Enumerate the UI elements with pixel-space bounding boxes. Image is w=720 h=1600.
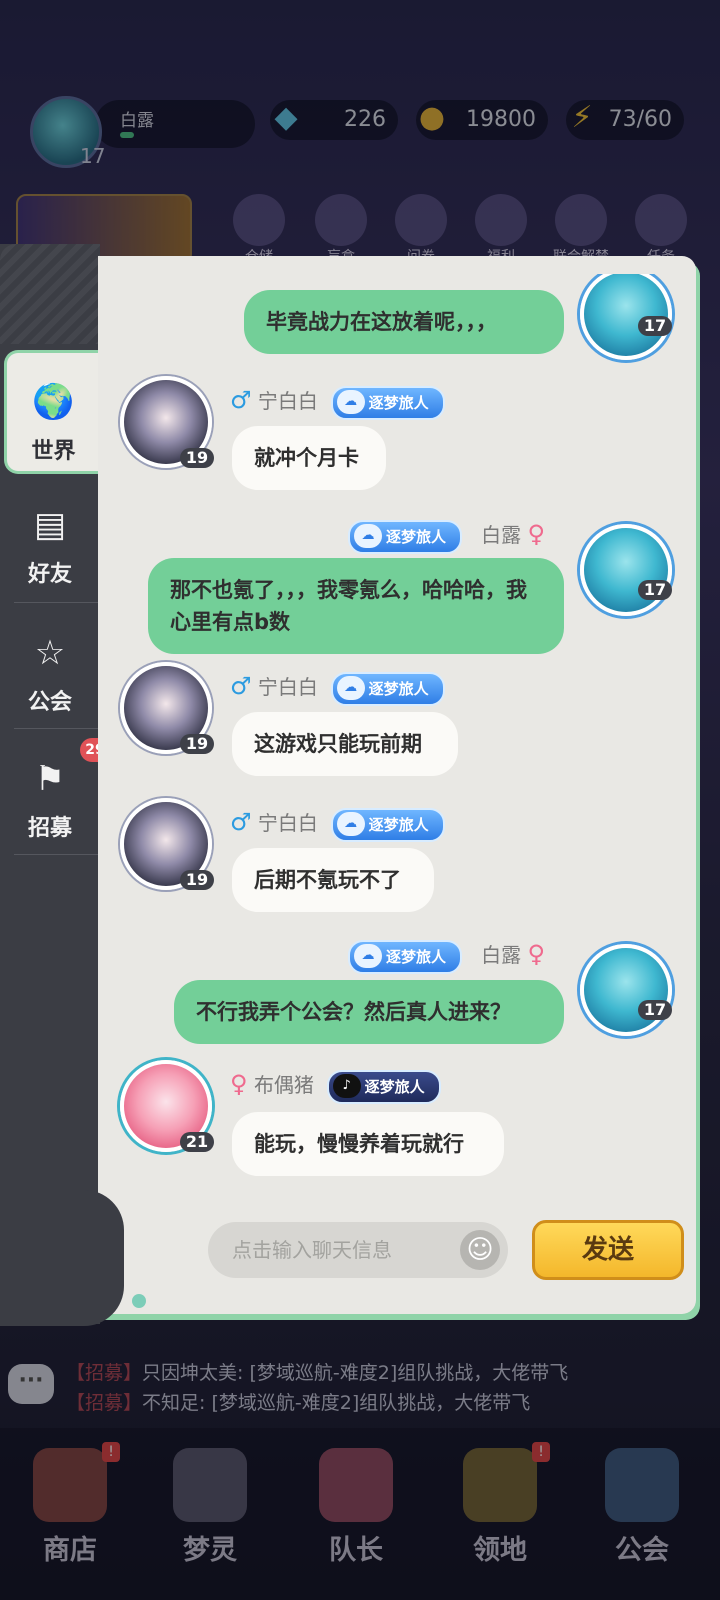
message-bubble[interactable]: 这游戏只能玩前期 xyxy=(232,712,458,776)
tab-world[interactable]: 🌍 世界 xyxy=(4,350,100,474)
cloud-icon: ☁ xyxy=(336,675,365,700)
sender-name[interactable]: 宁白白 xyxy=(258,675,318,699)
tiktok-icon: ♪ xyxy=(332,1073,361,1098)
level-badge: 17 xyxy=(638,580,672,600)
tab-world-label: 世界 xyxy=(31,439,76,464)
sender-name[interactable]: 宁白白 xyxy=(258,811,318,835)
guild-shield-icon: ☆ xyxy=(34,633,66,673)
tab-divider xyxy=(14,602,98,603)
sender-row: ☁ 逐梦旅人 白露 ♀ xyxy=(348,936,546,974)
cloud-icon: ☁ xyxy=(336,389,365,414)
male-icon: ♂ xyxy=(230,386,252,414)
title-badge: ☁ 逐梦旅人 xyxy=(348,519,463,554)
title-badge: ♪ 逐梦旅人 xyxy=(326,1069,441,1104)
female-icon: ♀ xyxy=(527,940,546,968)
sender-row: ♂ 宁白白 ☁ 逐梦旅人 xyxy=(230,804,445,842)
cloud-icon: ☁ xyxy=(354,523,382,548)
message-bubble[interactable]: 就冲个月卡 xyxy=(232,426,386,490)
send-button[interactable]: 发送 xyxy=(532,1220,684,1280)
message-bubble[interactable]: 后期不氪玩不了 xyxy=(232,848,434,912)
tab-friends[interactable]: ▤ 好友 xyxy=(0,476,100,600)
level-badge: 17 xyxy=(638,316,672,336)
tab-header-decoration xyxy=(0,244,100,344)
status-dot xyxy=(132,1294,146,1308)
tab-guild[interactable]: ☆ 公会 xyxy=(0,604,100,728)
level-badge: 17 xyxy=(638,1000,672,1020)
level-badge: 21 xyxy=(180,1132,214,1152)
male-icon: ♂ xyxy=(230,808,252,836)
globe-icon: 🌍 xyxy=(32,382,75,422)
sender-name[interactable]: 白露 xyxy=(481,943,521,967)
cloud-icon: ☁ xyxy=(336,811,365,836)
panel-corner-decoration xyxy=(0,1190,124,1326)
title-badge: ☁ 逐梦旅人 xyxy=(348,939,463,974)
tab-recruit-label: 招募 xyxy=(27,816,72,841)
message-bubble[interactable]: 毕竟战力在这放着呢，，， xyxy=(244,290,564,354)
cloud-icon: ☁ xyxy=(354,943,382,968)
chat-channel-tabs: 🌍 世界 ▤ 好友 ☆ 公会 ⚑ 招募 29 xyxy=(0,244,110,1324)
tab-guild-label: 公会 xyxy=(27,690,72,715)
emoji-icon[interactable]: ☺ xyxy=(460,1230,500,1270)
flag-icon: ⚑ xyxy=(34,759,66,799)
message-bubble[interactable]: 那不也氪了，，，我零氪么，哈哈哈，我心里有点b数 xyxy=(148,558,564,654)
sender-name[interactable]: 白露 xyxy=(481,523,521,547)
level-badge: 19 xyxy=(180,448,214,468)
sender-row: ♀ 布偶猪 ♪ 逐梦旅人 xyxy=(230,1066,441,1104)
male-icon: ♂ xyxy=(230,672,252,700)
sender-row: ♂ 宁白白 ☁ 逐梦旅人 xyxy=(230,668,445,706)
message-bubble[interactable]: 不行我弄个公会？然后真人进来？ xyxy=(174,980,564,1044)
title-badge: ☁ 逐梦旅人 xyxy=(330,671,445,706)
sender-row: ♂ 宁白白 ☁ 逐梦旅人 xyxy=(230,382,445,420)
message-list[interactable]: 17 毕竟战力在这放着呢，，， 19 ♂ 宁白白 ☁ 逐梦旅人 就冲个月卡 17 … xyxy=(98,274,696,1184)
chat-panel: 17 毕竟战力在这放着呢，，， 19 ♂ 宁白白 ☁ 逐梦旅人 就冲个月卡 17 … xyxy=(98,256,696,1314)
sender-name[interactable]: 宁白白 xyxy=(258,389,318,413)
avatar[interactable] xyxy=(580,524,672,616)
title-badge: ☁ 逐梦旅人 xyxy=(330,807,445,842)
female-icon: ♀ xyxy=(230,1070,248,1098)
notebook-icon: ▤ xyxy=(33,505,67,545)
female-icon: ♀ xyxy=(527,520,546,548)
sender-row: ☁ 逐梦旅人 白露 ♀ xyxy=(348,516,546,554)
tab-divider xyxy=(14,854,98,855)
level-badge: 19 xyxy=(180,870,214,890)
level-badge: 19 xyxy=(180,734,214,754)
title-badge: ☁ 逐梦旅人 xyxy=(330,385,445,420)
tab-friends-label: 好友 xyxy=(27,562,72,587)
avatar[interactable] xyxy=(580,944,672,1036)
bubble-tail-decoration xyxy=(142,1184,162,1198)
message-bubble[interactable]: 能玩，慢慢养着玩就行 xyxy=(232,1112,504,1176)
tab-divider xyxy=(14,728,98,729)
sender-name[interactable]: 布偶猪 xyxy=(254,1073,314,1097)
chat-input-bar: 点击输入聊天信息 ☺ 发送 xyxy=(98,1184,696,1314)
